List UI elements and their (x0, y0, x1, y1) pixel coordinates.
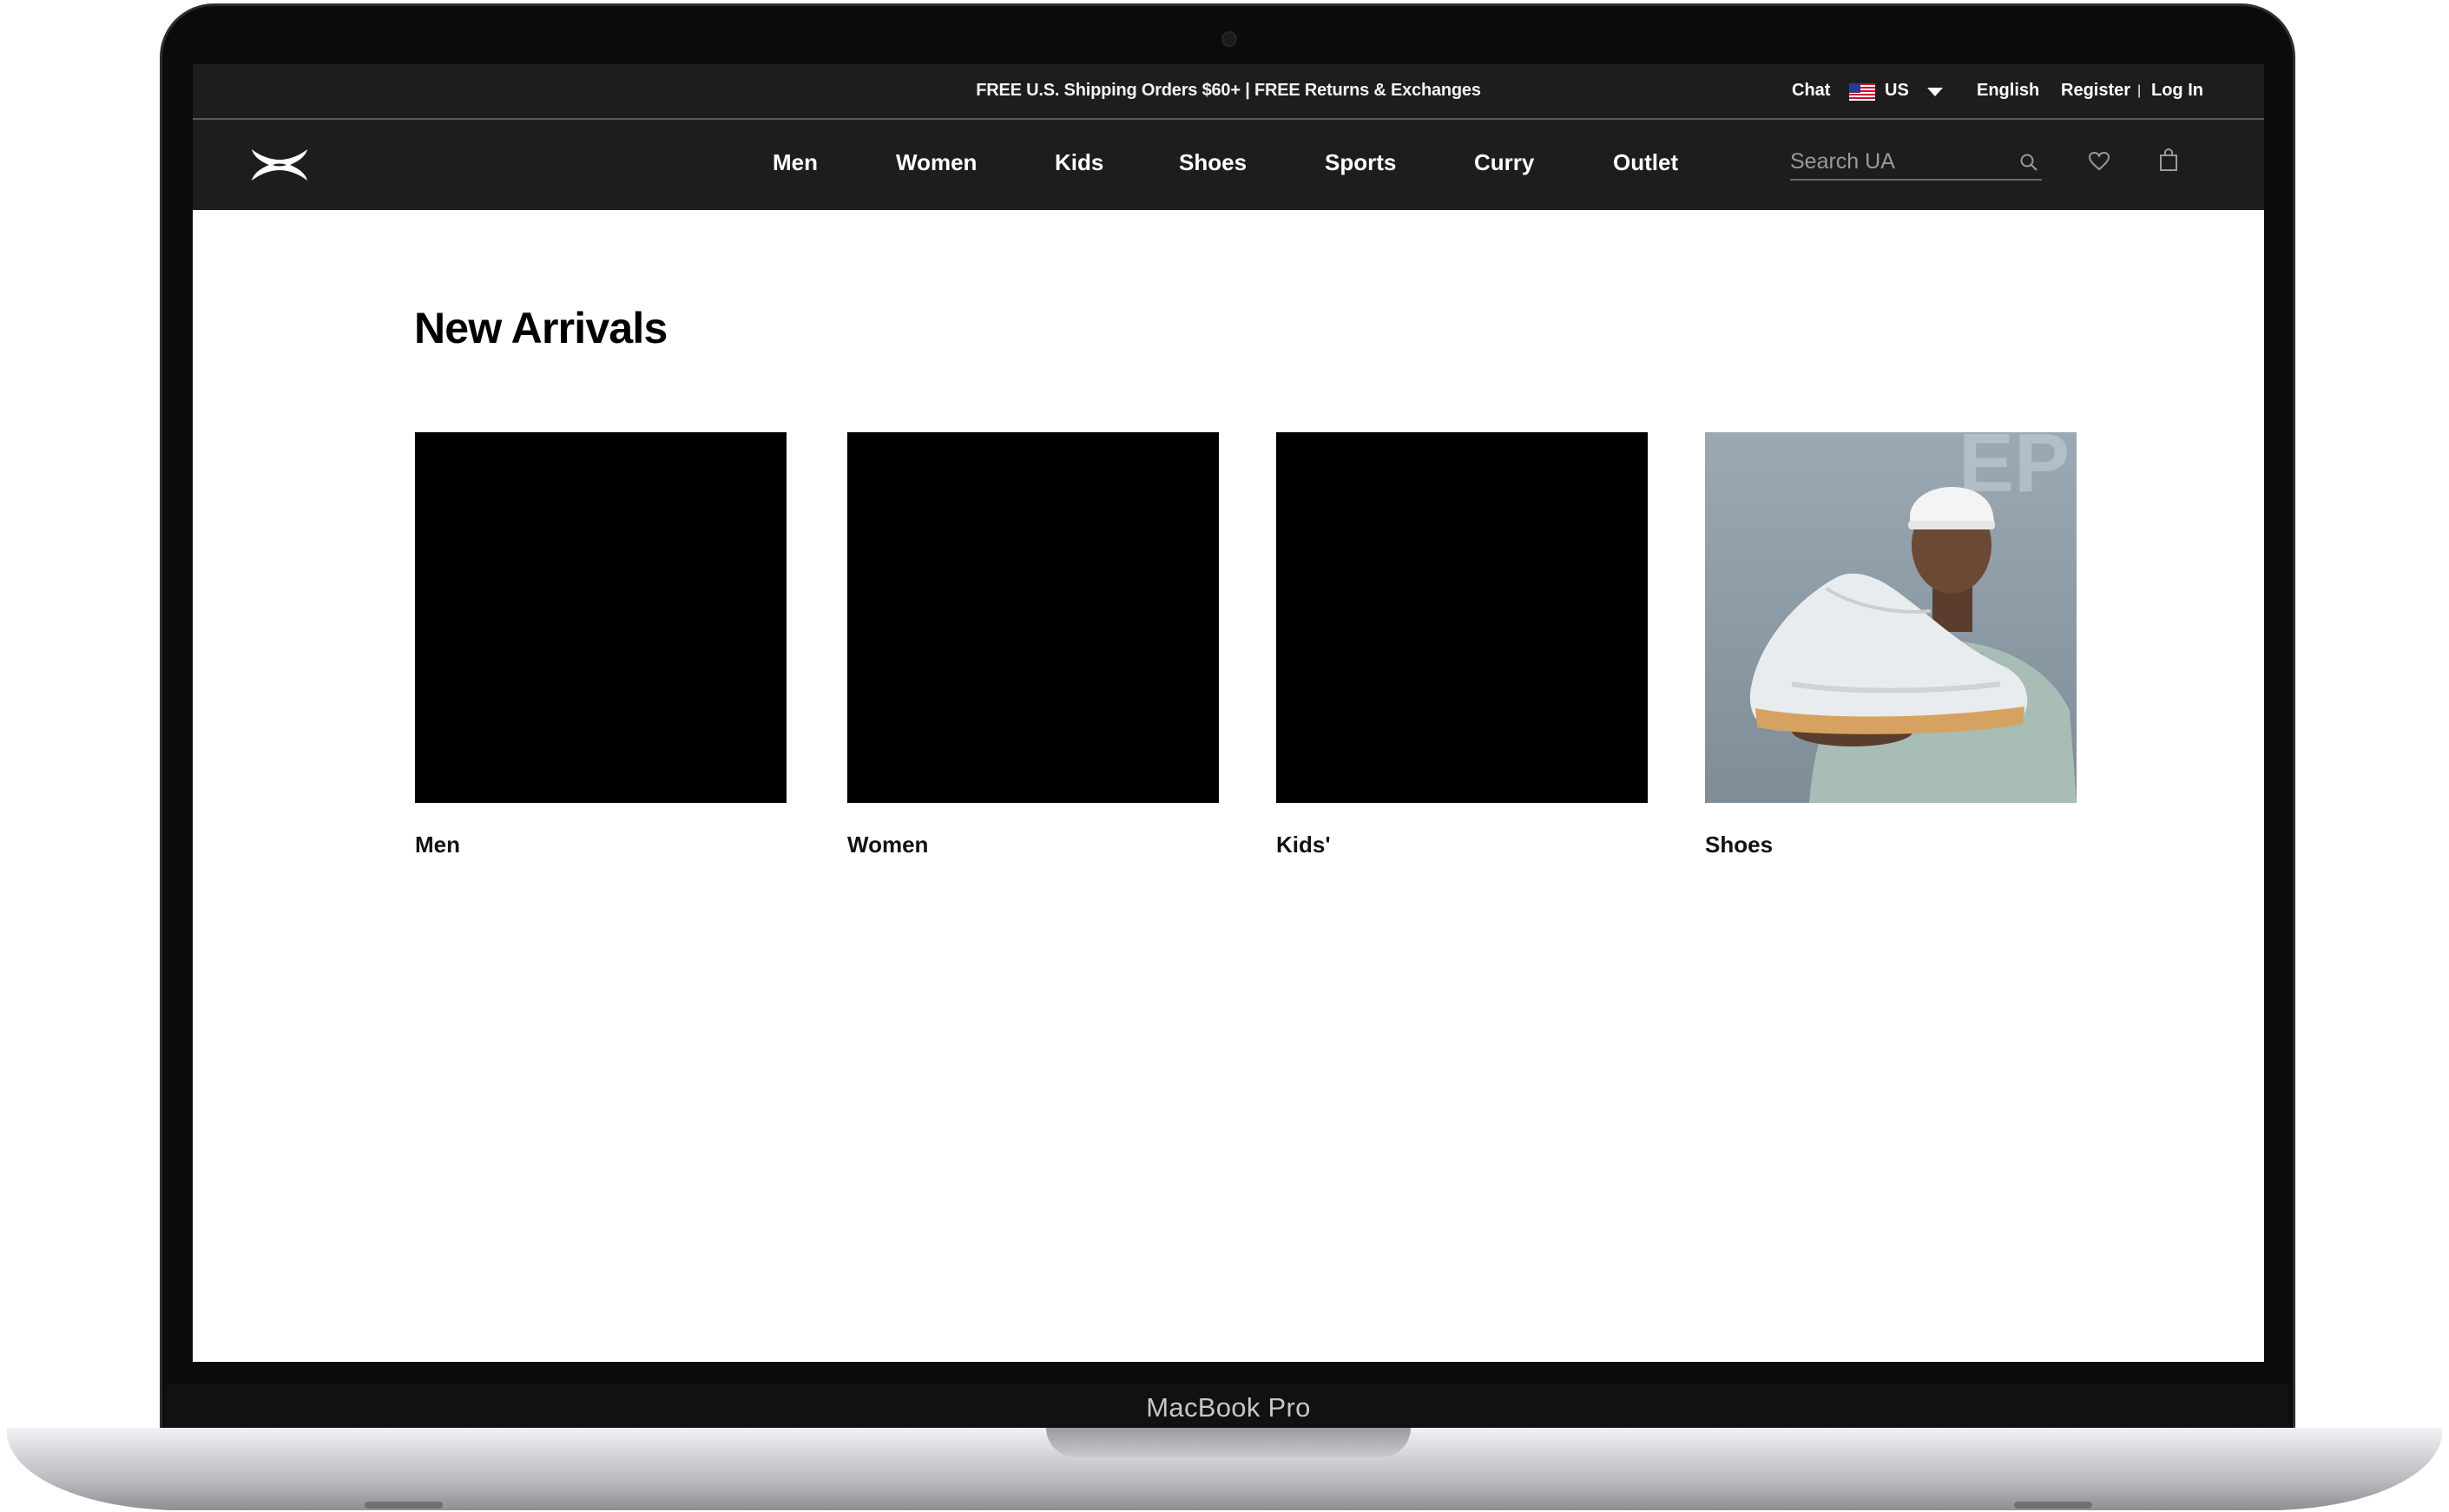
category-card-kids[interactable]: Kids' (1276, 432, 1648, 858)
chat-link[interactable]: Chat (1792, 81, 1830, 101)
category-image[interactable] (1276, 432, 1648, 803)
nav-shoes[interactable]: Shoes (1179, 149, 1247, 176)
nav-outlet[interactable]: Outlet (1613, 149, 1678, 176)
login-link[interactable]: Log In (2151, 81, 2203, 101)
promo-banner[interactable]: FREE U.S. Shipping Orders $60+ | FREE Re… (193, 81, 2264, 101)
shoes-photo[interactable]: EP (1705, 432, 2077, 803)
nav-women[interactable]: Women (896, 149, 977, 176)
category-card-men[interactable]: Men (415, 432, 787, 858)
category-label[interactable]: Kids' (1276, 832, 1331, 858)
camera-dot (1221, 31, 1237, 47)
category-image[interactable] (415, 432, 787, 803)
language-link[interactable]: English (1977, 81, 2039, 101)
category-label[interactable]: Women (847, 832, 928, 858)
nav-sports[interactable]: Sports (1325, 149, 1396, 176)
laptop-foot-left (365, 1502, 443, 1509)
category-label[interactable]: Men (415, 832, 460, 858)
category-label[interactable]: Shoes (1705, 832, 1773, 858)
bag-icon[interactable] (2158, 148, 2179, 172)
nav-curry[interactable]: Curry (1474, 149, 1534, 176)
utility-bar: FREE U.S. Shipping Orders $60+ | FREE Re… (193, 64, 2264, 120)
country-selector[interactable]: US (1885, 81, 1909, 101)
register-link[interactable]: Register (2061, 81, 2130, 101)
category-image[interactable] (847, 432, 1219, 803)
heart-icon[interactable] (2088, 151, 2110, 172)
browser-viewport: FREE U.S. Shipping Orders $60+ | FREE Re… (193, 64, 2264, 1362)
model-holding-shoe-image: EP (1705, 432, 2077, 803)
category-card-women[interactable]: Women (847, 432, 1219, 858)
laptop-foot-right (2014, 1502, 2092, 1509)
under-armour-logo-icon[interactable] (248, 146, 311, 184)
search-input[interactable] (1790, 146, 1998, 177)
nav-men[interactable]: Men (773, 149, 818, 176)
nav-kids[interactable]: Kids (1055, 149, 1103, 176)
category-card-shoes[interactable]: EP Shoes (1705, 432, 2077, 858)
main-nav: Men Women Kids Shoes Sports Curry Outlet (193, 120, 2264, 210)
laptop-notch (1046, 1428, 1411, 1457)
search-box (1790, 146, 2042, 181)
us-flag-icon[interactable] (1849, 83, 1875, 101)
register-login-separator: | (2137, 83, 2142, 98)
chevron-down-icon[interactable] (1927, 88, 1943, 96)
page-title: New Arrivals (414, 304, 668, 352)
search-icon[interactable] (2019, 153, 2038, 172)
device-model-label: MacBook Pro (1146, 1392, 1311, 1423)
